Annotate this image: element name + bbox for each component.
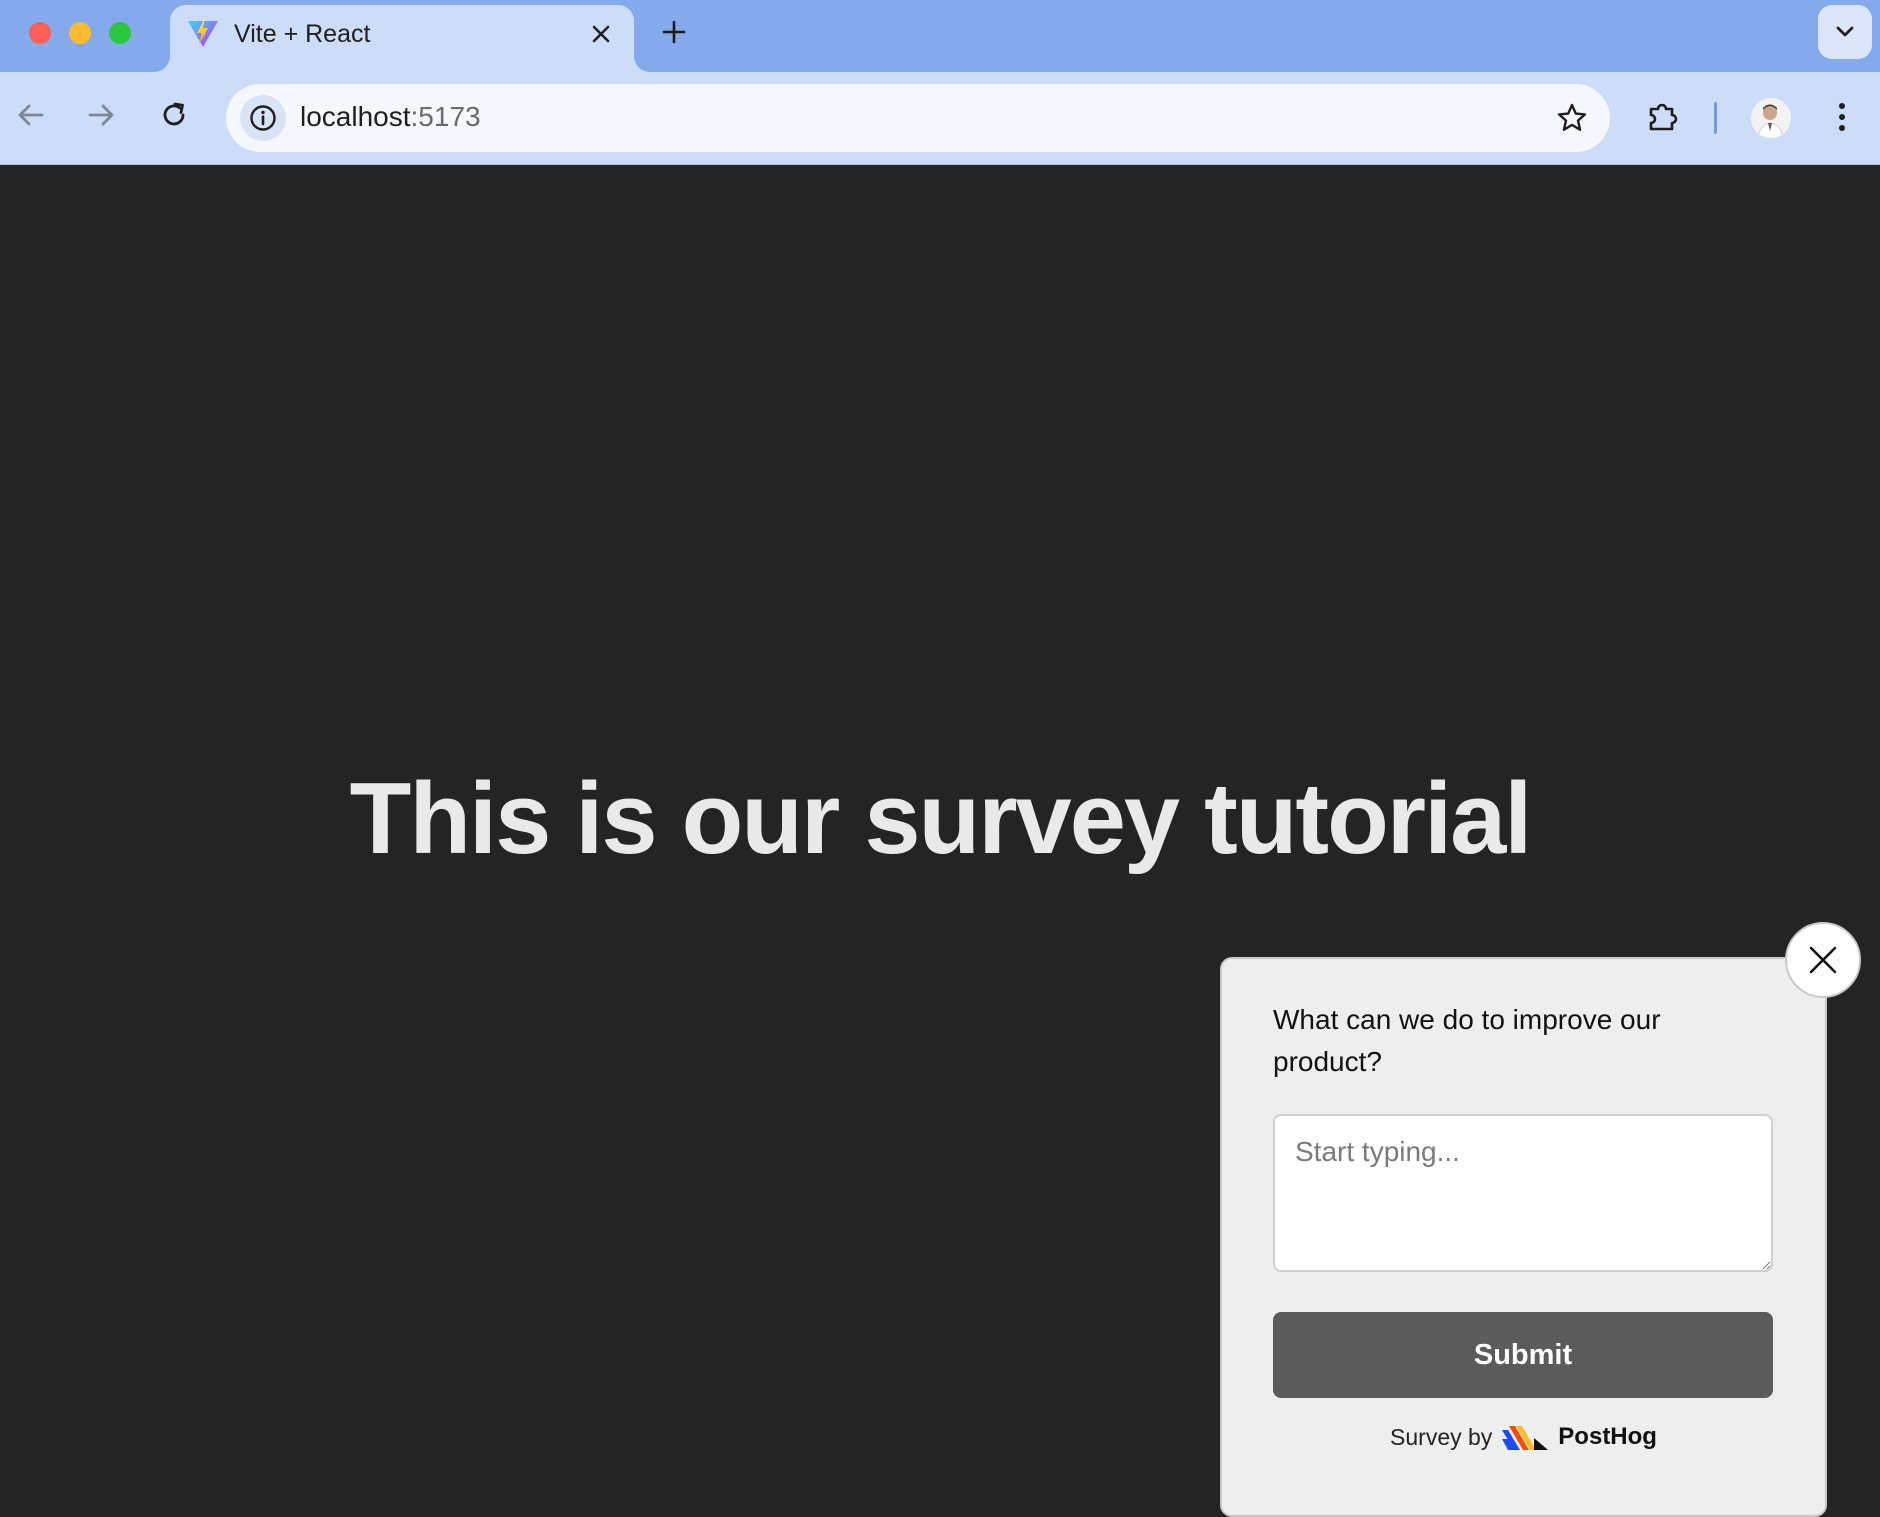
forward-button[interactable] [80, 94, 122, 136]
survey-popup: What can we do to improve our product? S… [1220, 957, 1827, 1517]
tab-search-button[interactable] [1818, 5, 1872, 59]
extensions-button[interactable] [1642, 96, 1684, 138]
arrow-left-icon [18, 104, 44, 126]
browser-tab-strip: Vite + React [0, 0, 1880, 72]
browser-menu-button[interactable] [1822, 96, 1862, 138]
page-heading: This is our survey tutorial [349, 763, 1533, 875]
star-icon [1557, 103, 1587, 131]
url-text: localhost:5173 [300, 101, 481, 133]
toolbar-divider [1714, 102, 1717, 134]
arrow-right-icon [88, 104, 114, 126]
puzzle-icon [1649, 103, 1678, 131]
survey-by-label: Survey by [1390, 1423, 1493, 1450]
url-port: :5173 [410, 101, 481, 132]
browser-tab-active[interactable]: Vite + React [170, 5, 634, 72]
plus-icon [662, 20, 686, 44]
kebab-menu-icon [1839, 103, 1845, 131]
survey-response-input[interactable] [1273, 1114, 1773, 1272]
close-icon [592, 25, 610, 43]
new-tab-button[interactable] [656, 14, 692, 50]
survey-submit-button[interactable]: Submit [1273, 1312, 1773, 1398]
posthog-logo-icon [1502, 1426, 1549, 1450]
site-info-button[interactable] [240, 95, 286, 141]
address-bar[interactable]: localhost:5173 [226, 84, 1610, 152]
bookmark-button[interactable] [1552, 98, 1592, 138]
url-host: localhost [300, 101, 411, 132]
profile-avatar[interactable] [1751, 98, 1791, 138]
window-minimize-button[interactable] [69, 22, 91, 44]
info-icon [250, 105, 276, 131]
back-button[interactable] [10, 94, 52, 136]
browser-toolbar: localhost:5173 [0, 72, 1880, 165]
chevron-down-icon [1836, 26, 1854, 37]
close-icon [1809, 946, 1837, 974]
vite-icon [188, 18, 218, 47]
window-zoom-button[interactable] [109, 22, 131, 44]
survey-branding[interactable]: Survey by PostHog [1222, 1422, 1825, 1452]
tab-title: Vite + React [234, 20, 371, 48]
close-tab-button[interactable] [586, 19, 616, 49]
survey-question: What can we do to improve our product? [1273, 1004, 1661, 1077]
survey-close-button[interactable] [1785, 922, 1861, 998]
window-close-button[interactable] [29, 22, 51, 44]
profile-photo-icon [1751, 98, 1791, 138]
reload-button[interactable] [153, 94, 195, 136]
posthog-brand-name: PostHog [1558, 1423, 1657, 1450]
reload-icon [163, 102, 185, 126]
